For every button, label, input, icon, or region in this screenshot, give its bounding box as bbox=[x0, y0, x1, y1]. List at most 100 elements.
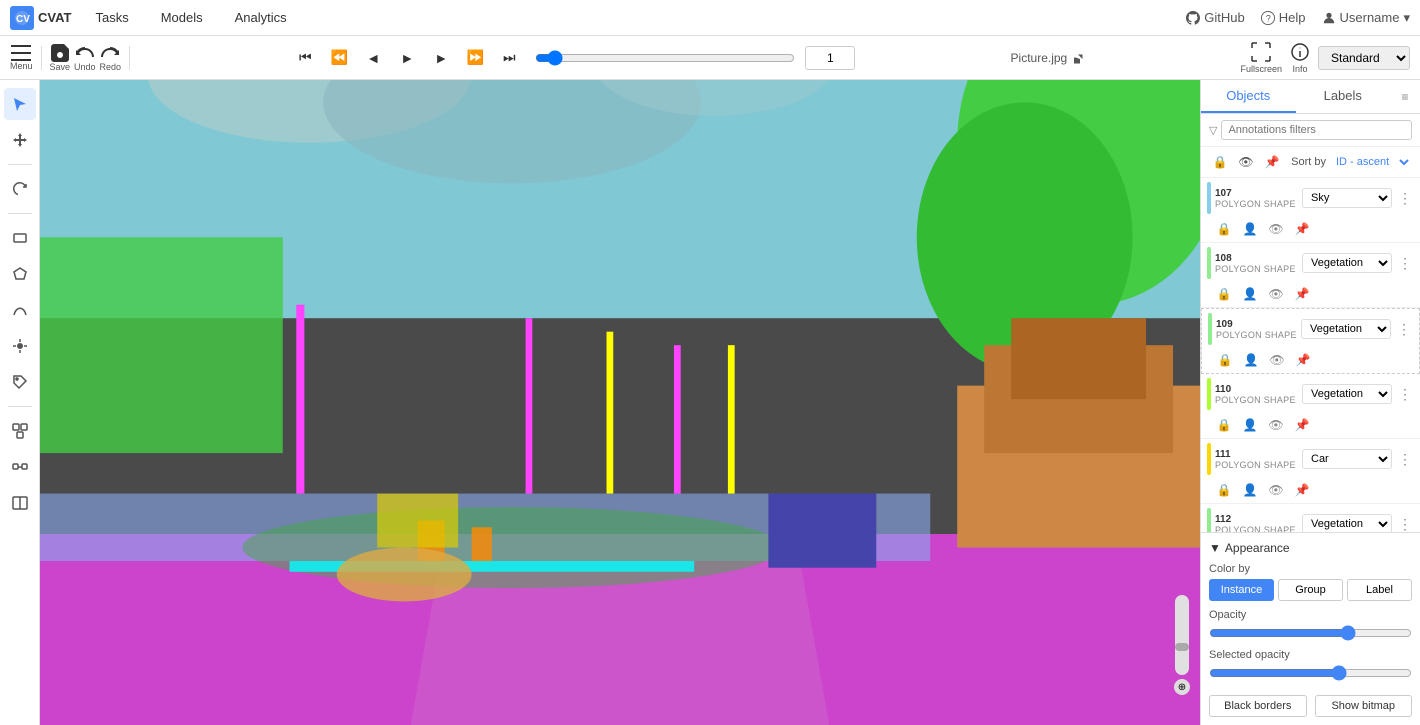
link-icon bbox=[1073, 52, 1085, 64]
appearance-chevron: ▼ bbox=[1209, 541, 1221, 555]
nav-models[interactable]: Models bbox=[153, 6, 211, 29]
lock-icon-107[interactable]: 🔒 bbox=[1215, 220, 1233, 238]
help-link[interactable]: ? Help bbox=[1261, 10, 1306, 25]
next-multi-frame-button[interactable]: ⏩ bbox=[459, 42, 491, 74]
obj-menu-110[interactable]: ⋮ bbox=[1396, 385, 1414, 403]
eye-icon-107[interactable]: 👁 bbox=[1267, 220, 1285, 238]
obj-info-110: 110 POLYGON SHAPE bbox=[1215, 384, 1298, 405]
person-icon-107[interactable]: 👤 bbox=[1241, 220, 1259, 238]
tag-tool[interactable] bbox=[4, 366, 36, 398]
appearance-section: ▼ Appearance Color by Instance Group Lab… bbox=[1201, 532, 1420, 725]
nav-tasks[interactable]: Tasks bbox=[87, 6, 136, 29]
point-tool[interactable] bbox=[4, 330, 36, 362]
obj-menu-112[interactable]: ⋮ bbox=[1396, 515, 1414, 532]
eye-icon-109[interactable]: 👁 bbox=[1268, 351, 1286, 369]
person-icon-110[interactable]: 👤 bbox=[1241, 416, 1259, 434]
pin-icon-107[interactable]: 📌 bbox=[1293, 220, 1311, 238]
person-icon-111[interactable]: 👤 bbox=[1241, 481, 1259, 499]
move-tool[interactable] bbox=[4, 124, 36, 156]
eye-icon-110[interactable]: 👁 bbox=[1267, 416, 1285, 434]
obj-menu-108[interactable]: ⋮ bbox=[1396, 254, 1414, 272]
group-tool[interactable] bbox=[4, 451, 36, 483]
pin-icon-109[interactable]: 📌 bbox=[1294, 351, 1312, 369]
objects-tab[interactable]: Objects bbox=[1201, 80, 1296, 113]
annotation-canvas[interactable] bbox=[40, 80, 1200, 725]
github-link[interactable]: GitHub bbox=[1186, 10, 1244, 25]
view-mode-select[interactable]: Standard Top View Side View bbox=[1318, 46, 1410, 70]
label-select-111[interactable]: Car bbox=[1302, 449, 1392, 469]
label-select-107[interactable]: Sky bbox=[1302, 188, 1392, 208]
first-frame-button[interactable]: ⏮ bbox=[289, 42, 321, 74]
zoom-indicator[interactable]: ⊕ bbox=[1174, 679, 1190, 695]
pin-icon-110[interactable]: 📌 bbox=[1293, 416, 1311, 434]
pin-icon-108[interactable]: 📌 bbox=[1293, 285, 1311, 303]
lock-icon-110[interactable]: 🔒 bbox=[1215, 416, 1233, 434]
obj-info-112: 112 POLYGON SHAPE bbox=[1215, 514, 1298, 533]
save-button[interactable]: Save bbox=[50, 44, 71, 72]
visible-all-icon[interactable]: 👁 bbox=[1235, 151, 1257, 173]
toolbar: Menu Save Undo Redo ⏮ ⏪ ◄ ► ► ⏩ ⏭ Pictur… bbox=[0, 36, 1420, 80]
person-icon-108[interactable]: 👤 bbox=[1241, 285, 1259, 303]
color-bar-107 bbox=[1207, 182, 1211, 214]
user-chevron: ▾ bbox=[1403, 10, 1410, 26]
filter-input[interactable] bbox=[1221, 120, 1412, 140]
split-tool[interactable] bbox=[4, 487, 36, 519]
redo-button[interactable]: Redo bbox=[100, 44, 122, 72]
eye-icon-111[interactable]: 👁 bbox=[1267, 481, 1285, 499]
opacity-slider[interactable] bbox=[1209, 625, 1412, 641]
obj-menu-111[interactable]: ⋮ bbox=[1396, 450, 1414, 468]
lock-all-icon[interactable]: 🔒 bbox=[1209, 151, 1231, 173]
merge-tool[interactable] bbox=[4, 415, 36, 447]
frame-slider[interactable] bbox=[535, 50, 795, 66]
menu-button[interactable]: Menu bbox=[10, 45, 33, 71]
color-instance-btn[interactable]: Instance bbox=[1209, 579, 1274, 601]
label-select-112[interactable]: Vegetation bbox=[1302, 514, 1392, 532]
black-borders-btn[interactable]: Black borders bbox=[1209, 695, 1307, 717]
show-bitmap-btn[interactable]: Show bitmap bbox=[1315, 695, 1413, 717]
labels-tab[interactable]: Labels bbox=[1296, 80, 1391, 113]
rectangle-tool[interactable] bbox=[4, 222, 36, 254]
color-bar-109 bbox=[1208, 313, 1212, 345]
label-select-110[interactable]: Vegetation bbox=[1302, 384, 1392, 404]
eye-icon-108[interactable]: 👁 bbox=[1267, 285, 1285, 303]
obj-menu-109[interactable]: ⋮ bbox=[1395, 320, 1413, 338]
lock-icon-111[interactable]: 🔒 bbox=[1215, 481, 1233, 499]
undo-button[interactable]: Undo bbox=[74, 44, 96, 72]
prev-multi-frame-button[interactable]: ⏪ bbox=[323, 42, 355, 74]
fullscreen-button[interactable]: Fullscreen bbox=[1240, 42, 1282, 74]
appearance-header[interactable]: ▼ Appearance bbox=[1209, 541, 1412, 555]
filename-area: Picture.jpg bbox=[1011, 51, 1086, 65]
nav-analytics[interactable]: Analytics bbox=[227, 6, 295, 29]
user-menu[interactable]: Username ▾ bbox=[1322, 10, 1411, 26]
lock-icon-109[interactable]: 🔒 bbox=[1216, 351, 1234, 369]
label-select-108[interactable]: Vegetation bbox=[1302, 253, 1392, 273]
panel-tabs: Objects Labels ≡ bbox=[1201, 80, 1420, 114]
playback-controls: ⏮ ⏪ ◄ ► ► ⏩ ⏭ bbox=[289, 42, 855, 74]
panel-settings[interactable]: ≡ bbox=[1390, 80, 1420, 113]
last-frame-button[interactable]: ⏭ bbox=[493, 42, 525, 74]
color-group-btn[interactable]: Group bbox=[1278, 579, 1343, 601]
pin-all-icon[interactable]: 📌 bbox=[1261, 151, 1283, 173]
app-logo[interactable]: CV CVAT bbox=[10, 6, 71, 30]
select-tool[interactable] bbox=[4, 88, 36, 120]
vertical-slider[interactable] bbox=[1175, 595, 1189, 675]
frame-input[interactable] bbox=[805, 46, 855, 70]
info-button[interactable]: Info bbox=[1290, 42, 1310, 74]
pin-icon-111[interactable]: 📌 bbox=[1293, 481, 1311, 499]
selected-opacity-slider[interactable] bbox=[1209, 665, 1412, 681]
play-button[interactable]: ► bbox=[391, 42, 423, 74]
person-icon-109[interactable]: 👤 bbox=[1242, 351, 1260, 369]
color-label-btn[interactable]: Label bbox=[1347, 579, 1412, 601]
lock-icon-108[interactable]: 🔒 bbox=[1215, 285, 1233, 303]
polygon-tool[interactable] bbox=[4, 258, 36, 290]
curve-tool[interactable] bbox=[4, 294, 36, 326]
prev-frame-button[interactable]: ◄ bbox=[357, 42, 389, 74]
next-frame-button[interactable]: ► bbox=[425, 42, 457, 74]
object-item-109-header: 109 POLYGON SHAPE Vegetation ⋮ bbox=[1202, 309, 1419, 349]
rotate-tool[interactable] bbox=[4, 173, 36, 205]
obj-menu-107[interactable]: ⋮ bbox=[1396, 189, 1414, 207]
toolbar-right: Fullscreen Info Standard Top View Side V… bbox=[1240, 42, 1410, 74]
info-label: Info bbox=[1292, 64, 1307, 74]
sort-select[interactable]: ID - ascent ID - descent Label bbox=[1332, 155, 1412, 169]
label-select-109[interactable]: Vegetation bbox=[1301, 319, 1391, 339]
